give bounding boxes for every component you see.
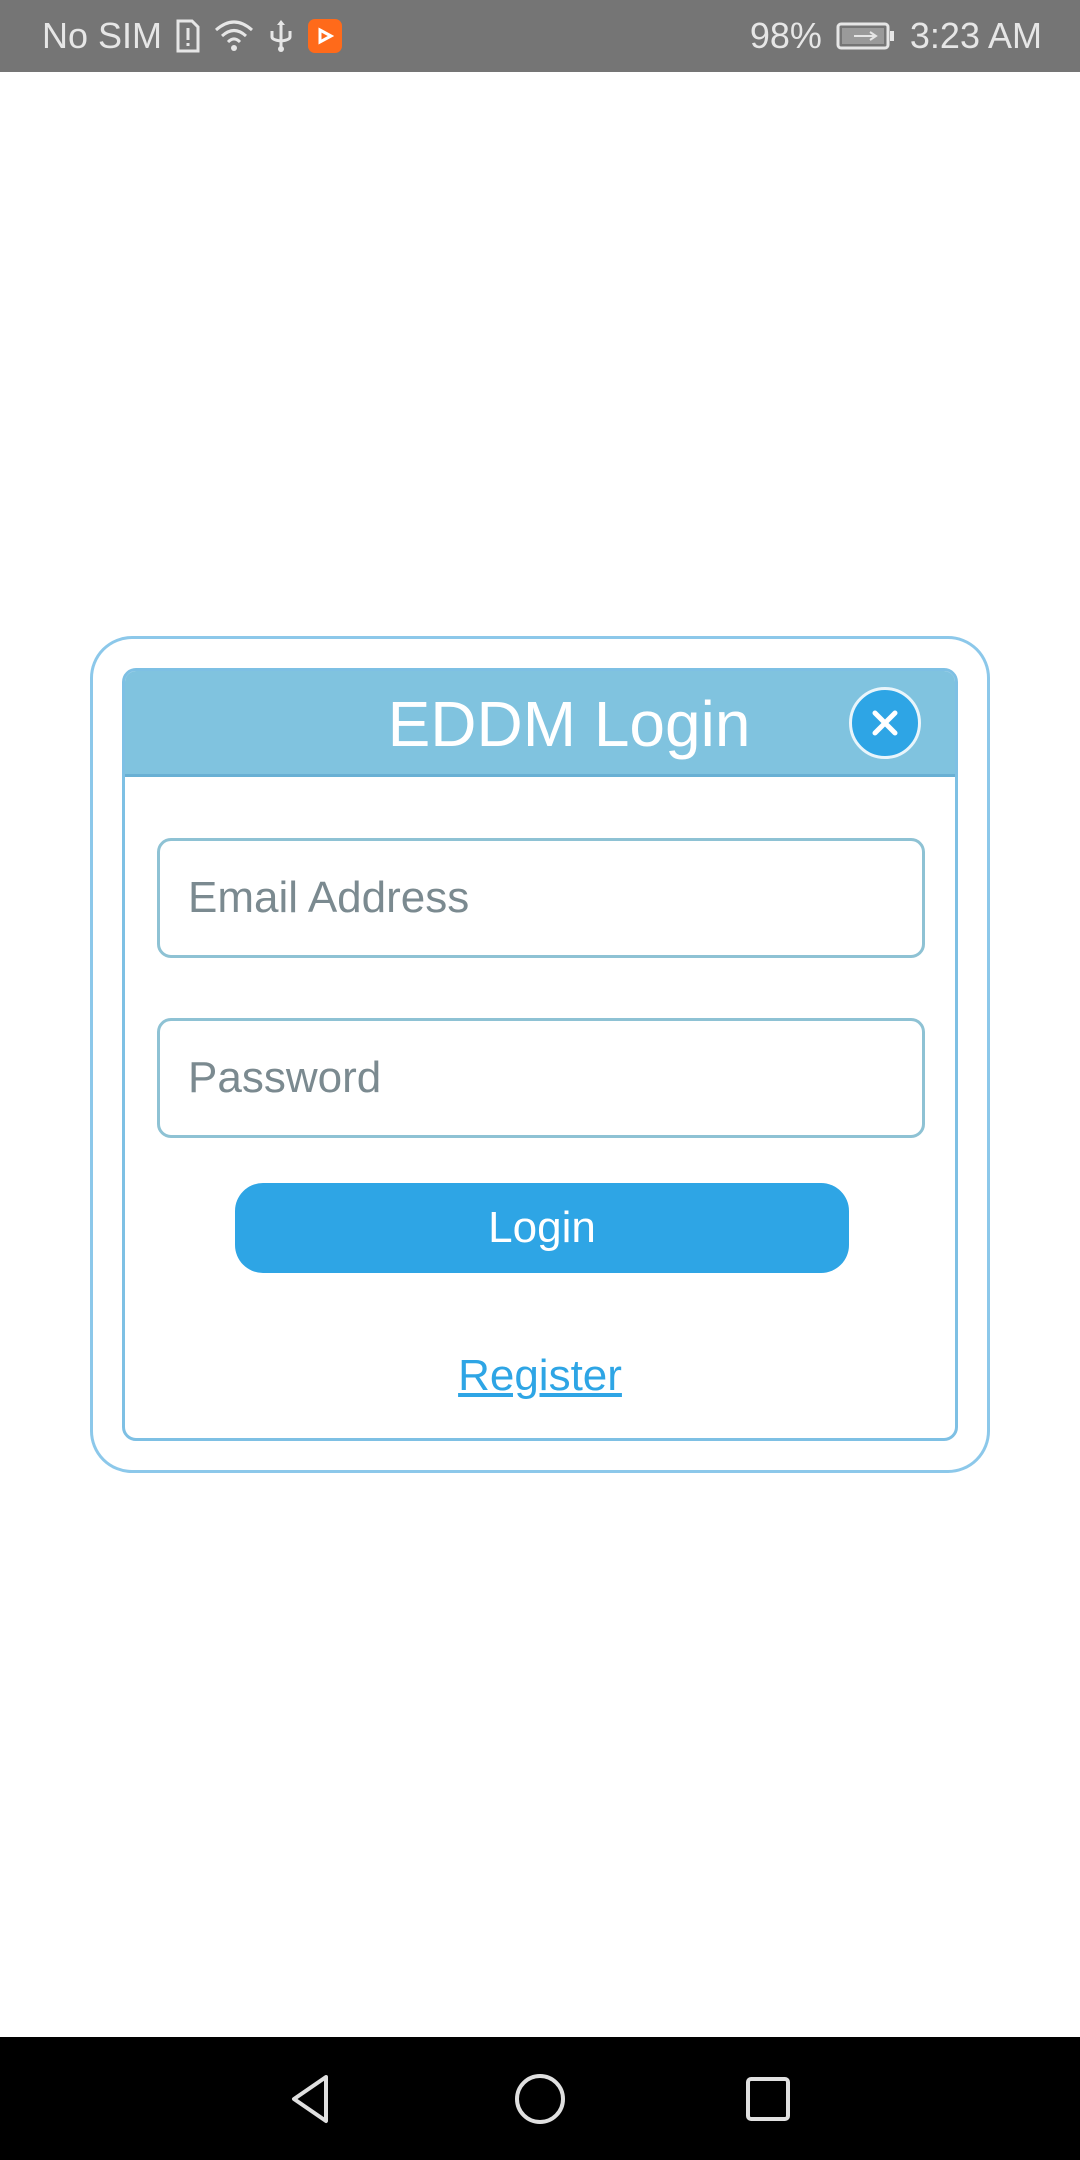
usb-icon — [268, 19, 294, 53]
password-field[interactable] — [157, 1018, 925, 1138]
navigation-bar — [0, 2037, 1080, 2160]
close-button[interactable] — [849, 687, 921, 759]
clock-text: 3:23 AM — [909, 15, 1042, 56]
status-right: 98% 3:23 AM — [750, 15, 1042, 57]
dialog-title: EDDM Login — [387, 688, 751, 760]
recents-button[interactable] — [728, 2059, 808, 2139]
email-field[interactable] — [157, 838, 925, 958]
sim-alert-icon — [176, 19, 200, 53]
home-icon — [515, 2074, 565, 2124]
close-icon — [872, 710, 898, 736]
app-notification-icon — [308, 19, 343, 53]
battery-charging-icon — [836, 21, 896, 51]
status-left: No SIM — [42, 15, 343, 57]
home-button[interactable] — [500, 2059, 580, 2139]
back-icon — [292, 2075, 328, 2123]
login-dialog: EDDM Login Login Register — [122, 668, 958, 1441]
login-button[interactable]: Login — [235, 1183, 849, 1273]
back-button[interactable] — [270, 2059, 350, 2139]
status-bar: No SIM 98% 3:23 AM — [0, 0, 1080, 72]
register-link[interactable]: Register — [125, 1351, 955, 1401]
wifi-icon — [214, 20, 254, 52]
battery-percent: 98% — [749, 15, 822, 56]
dialog-header: EDDM Login — [125, 671, 955, 777]
carrier-text: No SIM — [42, 15, 163, 56]
recents-icon — [746, 2077, 790, 2121]
